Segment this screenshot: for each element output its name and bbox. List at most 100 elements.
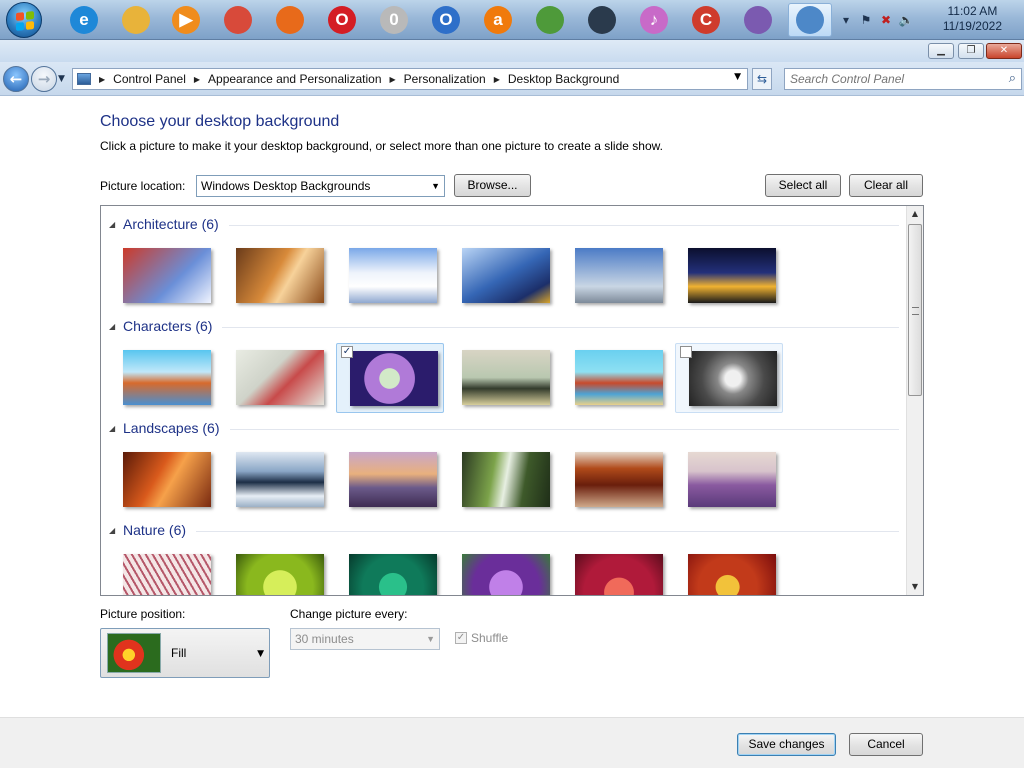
vertical-scrollbar[interactable]: ▲ ▼ xyxy=(906,206,923,595)
breadcrumb-separator-icon[interactable]: ▶ xyxy=(99,75,105,84)
wallpaper-image[interactable] xyxy=(689,351,777,406)
wallpaper-thumbnail[interactable] xyxy=(110,445,218,515)
wallpaper-thumbnail[interactable] xyxy=(223,547,331,595)
picture-location-dropdown[interactable]: Windows Desktop Backgrounds ▼ xyxy=(196,175,445,197)
collapse-triangle-icon[interactable]: ◢ xyxy=(109,424,123,433)
search-icon[interactable]: ⌕ xyxy=(1009,71,1016,86)
wallpaper-image[interactable] xyxy=(462,248,550,303)
taskbar-button[interactable] xyxy=(580,3,624,37)
wallpaper-thumbnail[interactable]: ✓ xyxy=(336,343,444,413)
taskbar-button[interactable]: 0 xyxy=(372,3,416,37)
breadcrumb-control-panel[interactable]: Control Panel xyxy=(113,72,186,86)
wallpaper-thumbnail[interactable] xyxy=(223,445,331,515)
select-all-button[interactable]: Select all xyxy=(765,174,841,197)
wallpaper-thumbnail[interactable] xyxy=(336,547,444,595)
wallpaper-image[interactable] xyxy=(349,554,437,595)
scroll-down-icon[interactable]: ▼ xyxy=(907,579,923,595)
scrollbar-thumb[interactable] xyxy=(908,224,922,396)
taskbar-button[interactable] xyxy=(216,3,260,37)
wallpaper-image[interactable] xyxy=(236,452,324,507)
taskbar-button[interactable]: a xyxy=(476,3,520,37)
group-header[interactable]: ◢ Architecture (6) xyxy=(109,214,899,234)
refresh-button[interactable]: ⇆ xyxy=(752,68,772,90)
wallpaper-thumbnail[interactable] xyxy=(562,445,670,515)
search-input[interactable] xyxy=(785,69,995,89)
shuffle-checkbox[interactable]: ✓ Shuffle xyxy=(455,631,508,645)
wallpaper-thumbnail[interactable] xyxy=(562,241,670,311)
taskbar-button[interactable]: ♪ xyxy=(632,3,676,37)
taskbar-button[interactable] xyxy=(528,3,572,37)
group-header[interactable]: ◢ Landscapes (6) xyxy=(109,418,899,438)
taskbar-button[interactable]: e xyxy=(62,3,106,37)
picture-position-dropdown[interactable]: Fill ▼ xyxy=(100,628,270,678)
wallpaper-image[interactable] xyxy=(349,452,437,507)
group-header[interactable]: ◢ Characters (6) xyxy=(109,316,899,336)
wallpaper-thumbnail[interactable] xyxy=(449,241,557,311)
wallpaper-thumbnail[interactable] xyxy=(336,241,444,311)
breadcrumb-appearance[interactable]: Appearance and Personalization xyxy=(208,72,381,86)
breadcrumb-separator-icon[interactable]: ▶ xyxy=(390,75,396,84)
wallpaper-image[interactable] xyxy=(688,554,776,595)
clear-all-button[interactable]: Clear all xyxy=(849,174,923,197)
wallpaper-image[interactable] xyxy=(236,554,324,595)
wallpaper-thumbnail[interactable] xyxy=(110,241,218,311)
back-button[interactable]: ← xyxy=(3,66,29,92)
wallpaper-image[interactable] xyxy=(688,248,776,303)
cancel-button[interactable]: Cancel xyxy=(849,733,923,756)
wallpaper-thumbnail[interactable] xyxy=(449,343,557,413)
change-interval-dropdown[interactable]: 30 minutes ▼ xyxy=(290,628,440,650)
wallpaper-thumbnail[interactable] xyxy=(562,343,670,413)
volume-icon[interactable]: 🔈 xyxy=(898,12,914,28)
collapse-triangle-icon[interactable]: ◢ xyxy=(109,526,123,535)
taskbar-button[interactable]: O xyxy=(424,3,468,37)
wallpaper-thumbnail[interactable] xyxy=(449,445,557,515)
wallpaper-thumbnail[interactable] xyxy=(223,241,331,311)
wallpaper-image[interactable] xyxy=(462,350,550,405)
scroll-up-icon[interactable]: ▲ xyxy=(907,206,923,222)
wallpaper-image[interactable] xyxy=(236,350,324,405)
network-icon[interactable]: ✖ xyxy=(878,12,894,28)
wallpaper-image[interactable] xyxy=(349,248,437,303)
wallpaper-image[interactable] xyxy=(575,452,663,507)
start-button[interactable] xyxy=(6,2,42,38)
restore-button[interactable]: ❐ xyxy=(958,43,984,59)
checkbox-icon[interactable] xyxy=(680,346,692,358)
wallpaper-image[interactable] xyxy=(123,350,211,405)
address-bar[interactable]: ▶ Control Panel ▶ Appearance and Persona… xyxy=(72,68,748,90)
breadcrumb-personalization[interactable]: Personalization xyxy=(404,72,486,86)
taskbar-button[interactable]: C xyxy=(684,3,728,37)
wallpaper-image[interactable] xyxy=(575,554,663,595)
breadcrumb-desktop-background[interactable]: Desktop Background xyxy=(508,72,619,86)
action-center-icon[interactable]: ⚑ xyxy=(858,12,874,28)
taskbar-button[interactable] xyxy=(736,3,780,37)
wallpaper-image[interactable] xyxy=(123,452,211,507)
close-button[interactable]: ✕ xyxy=(986,43,1022,59)
taskbar-button[interactable] xyxy=(788,3,832,37)
wallpaper-image[interactable] xyxy=(236,248,324,303)
wallpaper-image[interactable] xyxy=(123,554,211,595)
wallpaper-thumbnail[interactable] xyxy=(336,445,444,515)
taskbar-button[interactable]: O xyxy=(320,3,364,37)
wallpaper-image[interactable] xyxy=(123,248,211,303)
breadcrumb-separator-icon[interactable]: ▶ xyxy=(194,75,200,84)
search-box[interactable]: ⌕ xyxy=(784,68,1022,90)
recent-pages-dropdown[interactable]: ▼ xyxy=(58,74,65,84)
wallpaper-image[interactable] xyxy=(575,350,663,405)
wallpaper-image[interactable] xyxy=(462,554,550,595)
minimize-button[interactable]: ▁ xyxy=(928,43,954,59)
checkbox-icon[interactable]: ✓ xyxy=(455,632,467,644)
wallpaper-image[interactable] xyxy=(688,452,776,507)
group-header[interactable]: ◢ Nature (6) xyxy=(109,520,899,540)
wallpaper-thumbnail[interactable] xyxy=(223,343,331,413)
browse-button[interactable]: Browse... xyxy=(454,174,531,197)
wallpaper-thumbnail[interactable] xyxy=(449,547,557,595)
taskbar-button[interactable] xyxy=(114,3,158,37)
wallpaper-thumbnail[interactable] xyxy=(675,343,783,413)
taskbar-button[interactable] xyxy=(268,3,312,37)
wallpaper-thumbnail[interactable] xyxy=(675,241,783,311)
wallpaper-thumbnail[interactable] xyxy=(110,343,218,413)
wallpaper-thumbnail[interactable] xyxy=(675,547,783,595)
collapse-triangle-icon[interactable]: ◢ xyxy=(109,220,123,229)
wallpaper-image[interactable] xyxy=(350,351,438,406)
show-hidden-icons-icon[interactable]: ▾ xyxy=(838,12,854,28)
